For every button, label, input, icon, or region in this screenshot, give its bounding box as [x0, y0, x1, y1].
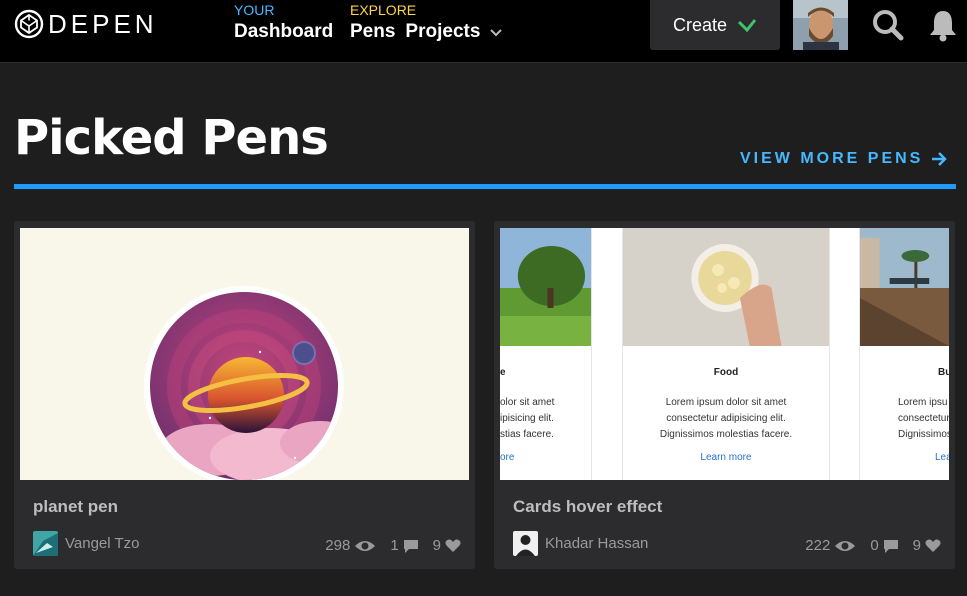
views-stat[interactable]: 298: [325, 537, 376, 554]
likes-stat[interactable]: 9: [433, 537, 461, 554]
preview-card-right: Bu Lorem ipsu consectetur Dignissimos Le…: [859, 228, 949, 480]
chevron-down-icon[interactable]: [489, 28, 503, 38]
planet-illustration: [20, 228, 469, 480]
eye-icon: [355, 540, 376, 551]
likes-stat[interactable]: 9: [913, 537, 941, 554]
search-button[interactable]: [869, 6, 907, 44]
preview-body-line: ipisicing elit.: [500, 413, 554, 424]
food-bowl-image: [623, 228, 829, 346]
section-divider: [14, 184, 956, 189]
preview-body-line: Dignissimos: [898, 429, 949, 440]
preview-card-title: Food: [713, 367, 739, 378]
search-icon: [873, 10, 904, 41]
author-name: Khadar Hassan: [545, 535, 649, 552]
user-avatar-image: [793, 0, 848, 50]
preview-card-body: Lorem ipsum dolor sit amet consectetur a…: [623, 395, 829, 443]
nav-dashboard-link[interactable]: Dashboard: [234, 18, 333, 46]
nav-explore-group: EXPLORE Pens Projects: [350, 2, 503, 46]
arrow-right-icon: [932, 152, 948, 166]
checkmark-icon: [737, 19, 757, 33]
views-count: 222: [805, 537, 831, 554]
preview-card-link[interactable]: Learn more: [623, 452, 829, 463]
preview-card-title: e: [500, 367, 506, 378]
preview-card-center: Food Lorem ipsum dolor sit amet consecte…: [622, 228, 830, 480]
nav-your-label: YOUR: [234, 2, 275, 18]
pen-stats: 222 0 9: [805, 537, 941, 554]
pen-preview[interactable]: e olor sit amet ipisicing elit. stias fa…: [500, 228, 949, 480]
landscape-image: [500, 228, 591, 346]
pen-stats: 298 1 9: [325, 537, 461, 554]
nav-pens-link[interactable]: Pens: [350, 18, 395, 46]
create-button[interactable]: Create: [650, 0, 780, 50]
comment-icon: [883, 539, 898, 553]
preview-card-link[interactable]: Lea: [860, 452, 949, 463]
preview-body-line: stias facere.: [500, 429, 554, 440]
top-navigation: DEPEN YOUR Dashboard EXPLORE Pens Project…: [0, 0, 967, 63]
page-title: Picked Pens: [14, 110, 329, 166]
preview-card-body: Lorem ipsu consectetur Dignissimos: [860, 395, 949, 443]
view-more-pens-link[interactable]: VIEW MORE PENS: [740, 150, 948, 168]
pen-preview[interactable]: [20, 228, 469, 480]
preview-body-line: consectetur adipisicing elit.: [666, 413, 786, 424]
nav-explore-label: EXPLORE: [350, 2, 417, 18]
view-more-pens-label: VIEW MORE PENS: [740, 150, 924, 167]
resort-image: [860, 228, 949, 346]
pen-title[interactable]: Cards hover effect: [513, 497, 662, 517]
nav-your-group: YOUR Dashboard: [234, 2, 343, 46]
pen-author[interactable]: Khadar Hassan: [513, 531, 648, 556]
preview-body-line: Lorem ipsum dolor sit amet: [665, 397, 787, 408]
pen-card[interactable]: planet pen Vangel Tzo 298 1 9: [14, 221, 475, 569]
likes-count: 9: [912, 537, 921, 554]
author-name: Vangel Tzo: [65, 535, 140, 552]
author-avatar-image: [33, 531, 58, 556]
codepen-logo[interactable]: DEPEN: [14, 8, 158, 39]
views-count: 298: [325, 537, 351, 554]
pen-author[interactable]: Vangel Tzo: [33, 531, 140, 556]
heart-icon: [925, 539, 941, 552]
comments-stat[interactable]: 1: [390, 537, 418, 554]
preview-card-left: e olor sit amet ipisicing elit. stias fa…: [500, 228, 592, 480]
pen-card[interactable]: e olor sit amet ipisicing elit. stias fa…: [494, 221, 955, 569]
codepen-cube-icon: [14, 9, 44, 39]
user-avatar[interactable]: [793, 0, 848, 50]
author-avatar: [33, 531, 58, 556]
preview-body-line: Dignissimos molestias facere.: [659, 429, 793, 440]
comments-stat[interactable]: 0: [870, 537, 898, 554]
likes-count: 9: [432, 537, 441, 554]
preview-body-line: consectetur: [898, 413, 949, 424]
pen-title[interactable]: planet pen: [33, 497, 118, 517]
notifications-button[interactable]: [924, 6, 962, 44]
nav-projects-link[interactable]: Projects: [405, 18, 480, 46]
logo-text: DEPEN: [48, 8, 158, 39]
bell-icon: [930, 11, 956, 42]
preview-card-link[interactable]: ore: [500, 452, 591, 463]
comments-count: 0: [870, 537, 879, 554]
preview-body-line: olor sit amet: [500, 397, 555, 408]
preview-card-title: Bu: [938, 367, 949, 378]
preview-body-line: Lorem ipsu: [898, 397, 948, 408]
preview-card-body: olor sit amet ipisicing elit. stias face…: [500, 395, 591, 443]
eye-icon: [835, 540, 856, 551]
comment-icon: [403, 539, 418, 553]
author-avatar: [513, 531, 538, 556]
author-avatar-image: [513, 531, 538, 556]
comments-count: 1: [390, 537, 399, 554]
create-button-label: Create: [672, 14, 728, 35]
heart-icon: [445, 539, 461, 552]
views-stat[interactable]: 222: [805, 537, 856, 554]
